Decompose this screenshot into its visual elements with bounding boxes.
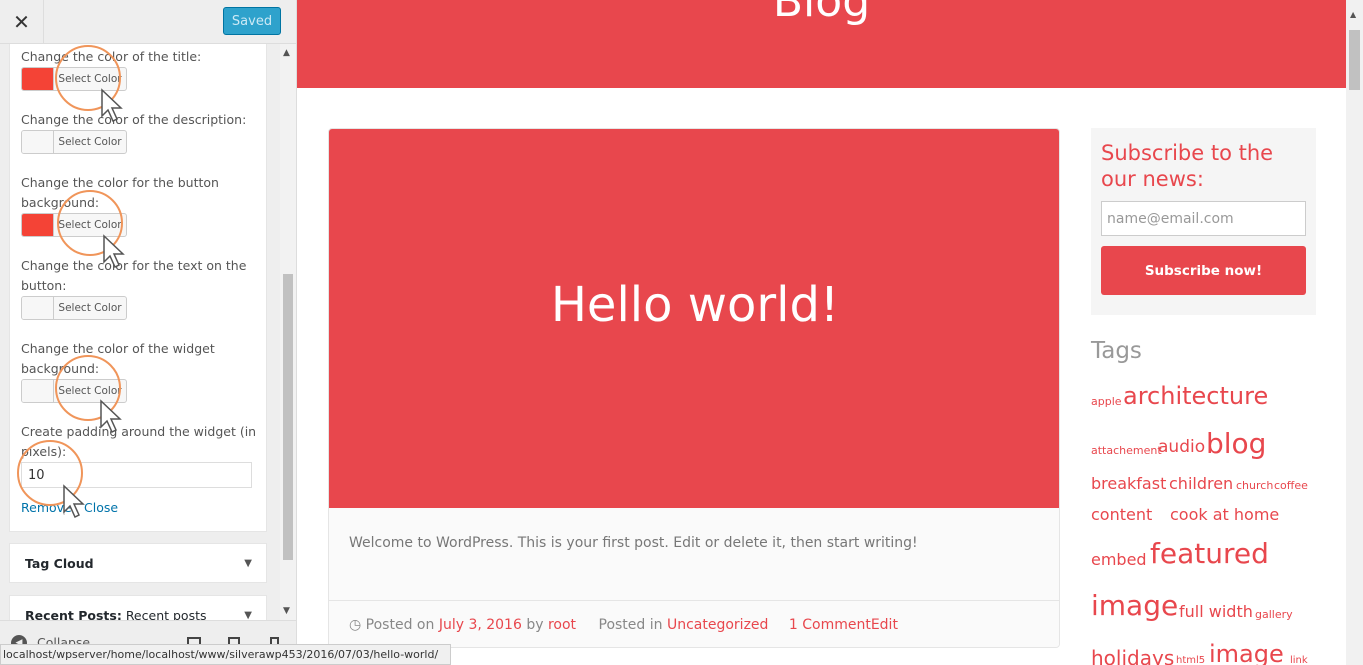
post-title[interactable]: Hello world!	[329, 277, 1059, 333]
tag-link[interactable]: link	[1290, 656, 1308, 665]
tag-link[interactable]: children	[1169, 476, 1233, 492]
sidebar-scroll-area: Change the color of the title: Select Co…	[0, 44, 296, 620]
tag-link[interactable]: gallery	[1255, 609, 1293, 620]
widget-title: Recent Posts: Recent posts	[25, 608, 207, 620]
scrollbar-thumb[interactable]	[1349, 30, 1360, 90]
expand-arrow-icon[interactable]: ▼	[244, 610, 252, 620]
sidebar-header: ✕ Saved	[0, 0, 296, 44]
scroll-up-icon[interactable]: ▲	[1350, 10, 1356, 19]
tag-link[interactable]: audio	[1158, 439, 1205, 456]
category-link[interactable]: Uncategorized	[667, 617, 768, 633]
email-field[interactable]: name@email.com	[1101, 201, 1306, 236]
customizer-sidebar: ✕ Saved Change the color of the title: S…	[0, 0, 297, 665]
post-card: Hello world! Welcome to WordPress. This …	[328, 128, 1060, 648]
author-link[interactable]: root	[548, 617, 576, 633]
button-text-color-picker[interactable]: Select Color	[21, 296, 127, 320]
tag-link[interactable]: coffee	[1274, 480, 1308, 491]
scrollbar-thumb[interactable]	[283, 274, 293, 560]
color-swatch[interactable]	[22, 380, 54, 402]
clock-icon: ◷	[349, 617, 362, 633]
sidebar-scrollbar[interactable]: ▲ ▼	[280, 44, 296, 620]
select-color-button[interactable]: Select Color	[54, 297, 126, 319]
edit-link[interactable]: Edit	[871, 617, 898, 633]
expand-arrow-icon[interactable]: ▼	[244, 558, 252, 569]
tag-link[interactable]: html5	[1176, 656, 1205, 665]
post-date-link[interactable]: July 3, 2016	[439, 617, 522, 633]
tag-link[interactable]: blog	[1206, 430, 1266, 458]
color-swatch[interactable]	[22, 131, 54, 153]
tag-link[interactable]: featured	[1150, 540, 1269, 568]
post-excerpt: Welcome to WordPress. This is your first…	[349, 535, 918, 551]
comments-link[interactable]: 1 Comment	[789, 617, 871, 633]
posted-on-label: Posted on	[365, 617, 435, 633]
cursor-icon	[100, 399, 122, 434]
tags-widget-title: Tags	[1091, 338, 1142, 364]
tag-link[interactable]: embed	[1091, 552, 1147, 568]
tag-link[interactable]: cook at home	[1170, 507, 1279, 523]
browser-status-bar: localhost/wpserver/home/localhost/www/si…	[0, 644, 451, 665]
subscribe-title: Subscribe to the our news:	[1101, 141, 1274, 191]
scroll-up-icon[interactable]: ▲	[283, 48, 290, 58]
cursor-icon	[103, 234, 125, 269]
post-meta: ◷ Posted on July 3, 2016 by root Posted …	[329, 600, 1059, 647]
widget-title: Tag Cloud	[25, 556, 94, 571]
color-swatch[interactable]	[22, 297, 54, 319]
color-swatch[interactable]	[22, 68, 54, 90]
cursor-icon	[63, 484, 85, 519]
saved-button[interactable]: Saved	[223, 7, 281, 35]
widget-tag-cloud[interactable]: Tag Cloud ▼	[9, 543, 267, 583]
scroll-down-icon[interactable]: ▼	[283, 606, 290, 616]
tag-link[interactable]: attachement	[1091, 445, 1162, 456]
posted-in-label: Posted in	[598, 617, 663, 633]
post-featured-area[interactable]: Hello world!	[329, 129, 1059, 508]
tag-link[interactable]: image	[1209, 642, 1284, 665]
subscribe-button[interactable]: Subscribe now!	[1101, 246, 1306, 295]
color-swatch[interactable]	[22, 214, 54, 236]
widget-bg-color-label: Change the color of the widget backgroun…	[21, 341, 215, 376]
close-link[interactable]: Close	[84, 500, 118, 515]
close-icon[interactable]: ✕	[0, 0, 44, 44]
post-meta-line: ◷ Posted on July 3, 2016 by root Posted …	[349, 617, 898, 633]
tag-link[interactable]: breakfast	[1091, 476, 1166, 492]
preview-scrollbar[interactable]: ▲	[1346, 0, 1363, 665]
tag-link[interactable]: holidays	[1091, 648, 1174, 665]
site-header: Blog	[297, 0, 1346, 88]
tag-link[interactable]: full width	[1179, 604, 1253, 620]
tag-link[interactable]: church	[1236, 480, 1273, 491]
description-color-label: Change the color of the description:	[21, 112, 247, 127]
widget-recent-posts[interactable]: Recent Posts: Recent posts ▼	[9, 595, 267, 620]
tag-link[interactable]: image	[1091, 592, 1178, 620]
select-color-button[interactable]: Select Color	[54, 131, 126, 153]
cursor-icon	[101, 88, 123, 123]
button-text-color-label: Change the color for the text on the but…	[21, 258, 247, 293]
tag-link[interactable]: apple	[1091, 396, 1122, 407]
description-color-picker[interactable]: Select Color	[21, 130, 127, 154]
button-bg-color-label: Change the color for the button backgrou…	[21, 175, 219, 210]
tag-link[interactable]: architecture	[1123, 384, 1268, 408]
subscribe-widget: Subscribe to the our news: name@email.co…	[1091, 128, 1316, 315]
site-title[interactable]: Blog	[297, 0, 1346, 27]
site-preview: Blog Hello world! Welcome to WordPress. …	[297, 0, 1363, 665]
by-label: by	[526, 617, 544, 633]
tag-link[interactable]: content	[1091, 507, 1152, 523]
